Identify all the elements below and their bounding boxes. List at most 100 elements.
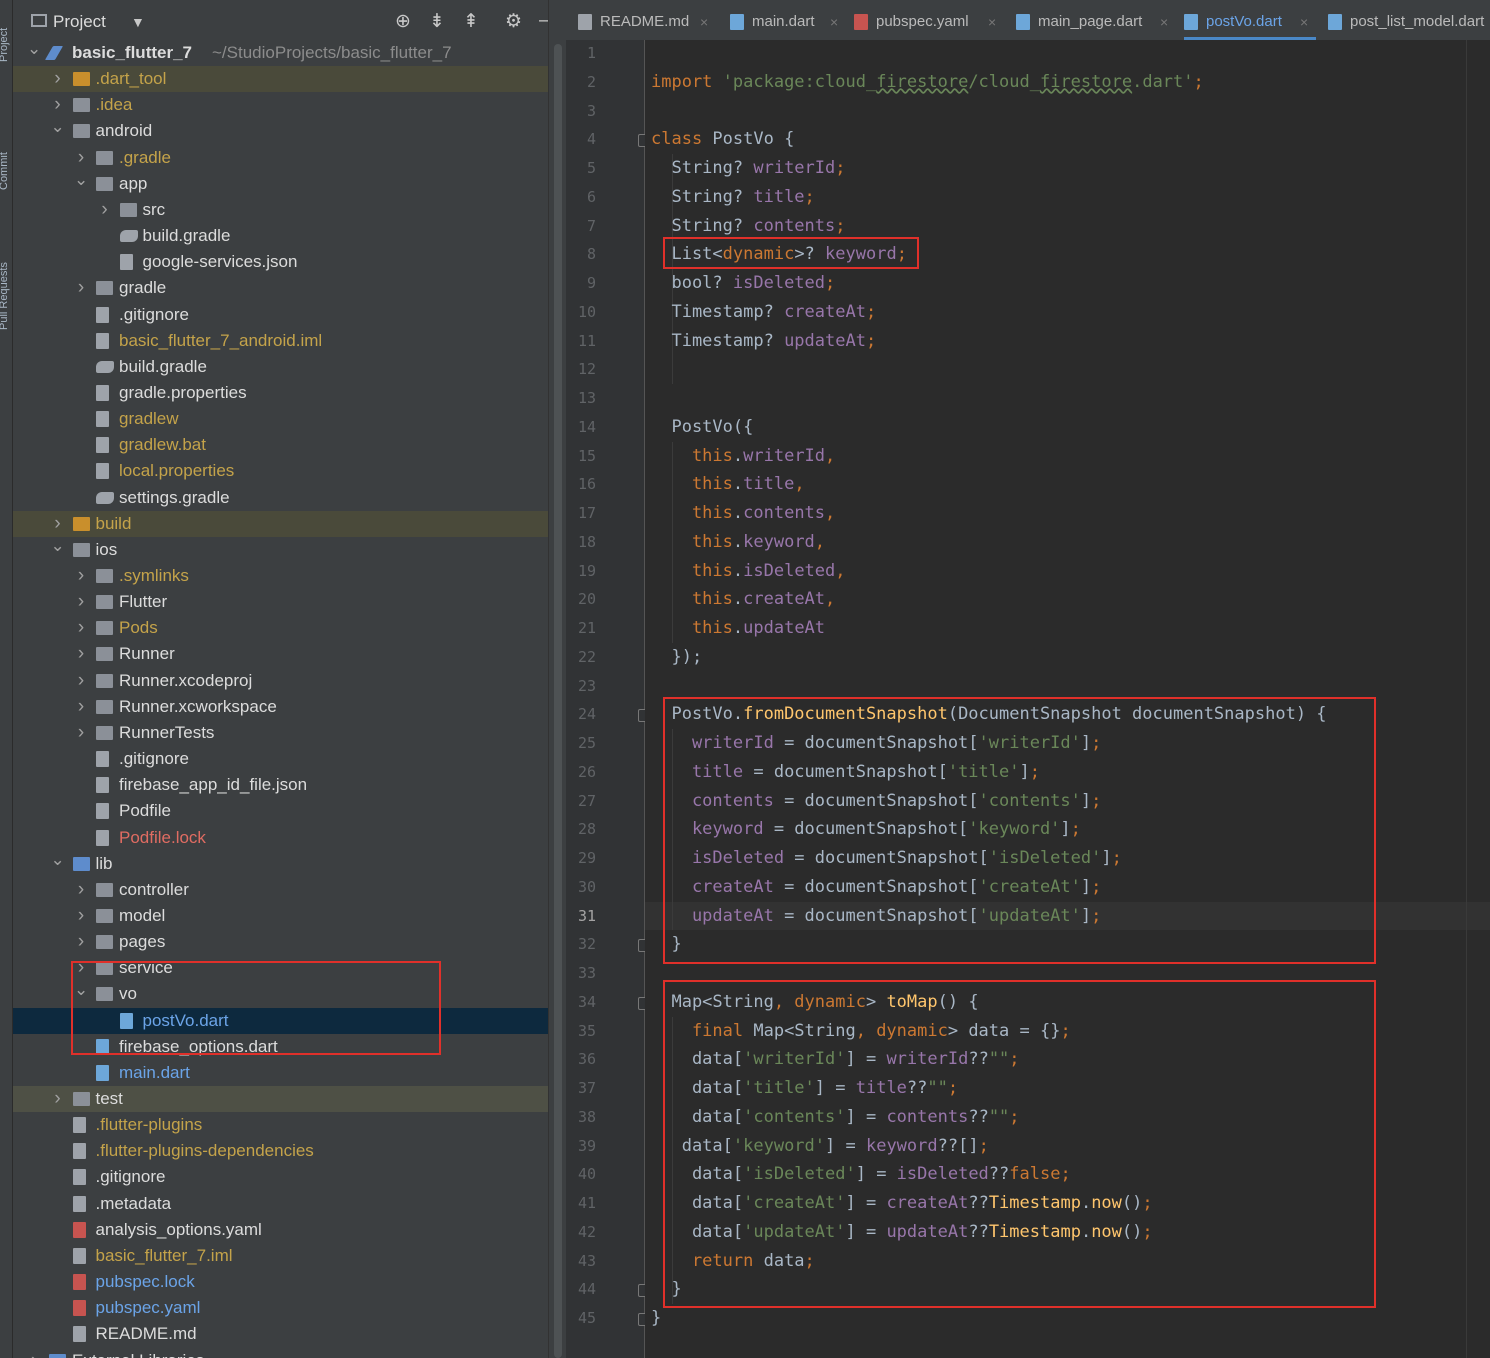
tree-item[interactable]: › Runner.xcodeproj [13, 668, 548, 694]
tree-item[interactable]: README.md [13, 1321, 548, 1347]
tree-item[interactable]: › service [13, 955, 548, 981]
tree-item[interactable]: .flutter-plugins [13, 1112, 548, 1138]
tree-item[interactable]: › .idea [13, 92, 548, 118]
expand-all-icon[interactable]: ⇟ [429, 10, 445, 33]
tree-item[interactable]: › model [13, 903, 548, 929]
editor-tab[interactable]: README.md × [578, 0, 716, 40]
locate-icon[interactable]: ⊕ [395, 10, 411, 33]
close-tab-icon[interactable]: × [988, 0, 996, 40]
editor-tab[interactable]: main.dart × [730, 0, 846, 40]
tree-item[interactable]: pubspec.yaml [13, 1295, 548, 1321]
close-tab-icon[interactable]: × [700, 0, 708, 40]
tree-item[interactable]: › pages [13, 929, 548, 955]
project-view-title[interactable]: Project [53, 12, 106, 32]
tree-item[interactable]: firebase_app_id_file.json [13, 772, 548, 798]
tree-item[interactable]: › External Libraries [13, 1348, 548, 1358]
chevron-right-icon[interactable]: › [74, 589, 88, 615]
chevron-right-icon[interactable]: › [98, 197, 112, 223]
strip-tab-pull-requests[interactable]: Pull Requests [0, 262, 10, 330]
tree-item[interactable]: › RunnerTests [13, 720, 548, 746]
chevron-right-icon[interactable]: › [51, 1086, 65, 1112]
tree-item[interactable]: gradlew [13, 406, 548, 432]
editor-tab[interactable]: post_list_model.dart [1328, 0, 1490, 40]
tree-item[interactable]: › src [13, 197, 548, 223]
tree-item[interactable]: gradle.properties [13, 380, 548, 406]
editor-tab[interactable]: main_page.dart × [1016, 0, 1176, 40]
tree-item[interactable]: › build [13, 510, 548, 537]
chevron-right-icon[interactable]: › [27, 1348, 41, 1358]
close-tab-icon[interactable]: × [830, 0, 838, 40]
tree-item[interactable]: .gitignore [13, 302, 548, 328]
gear-icon[interactable]: ⚙ [505, 10, 522, 33]
code-line: String? title; [651, 183, 814, 212]
tree-item[interactable]: › .gradle [13, 145, 548, 171]
tree-item[interactable]: gradlew.bat [13, 432, 548, 458]
chevron-down-icon[interactable]: ▼ [131, 14, 145, 30]
close-tab-icon[interactable]: × [1160, 0, 1168, 40]
tree-item[interactable]: › Runner [13, 641, 548, 667]
tree-item[interactable]: build.gradle [13, 223, 548, 249]
tree-item[interactable]: › Flutter [13, 589, 548, 615]
code-line: keyword = documentSnapshot['keyword']; [651, 815, 1081, 844]
tree-item[interactable]: ⌄ android [13, 117, 548, 144]
chevron-down-icon[interactable]: ⌄ [27, 36, 41, 62]
chevron-down-icon[interactable]: ⌄ [51, 847, 65, 873]
chevron-right-icon[interactable]: › [74, 929, 88, 955]
tree-item[interactable]: settings.gradle [13, 485, 548, 511]
tree-item[interactable]: .gitignore [13, 746, 548, 772]
tree-item[interactable]: › .dart_tool [13, 66, 548, 93]
tree-item[interactable]: .metadata [13, 1191, 548, 1217]
tree-item[interactable]: .gitignore [13, 1164, 548, 1190]
tree-item[interactable]: ⌄ basic_flutter_7 ~/StudioProjects/basic_f… [13, 39, 548, 66]
tree-scrollbar[interactable] [554, 44, 562, 1358]
chevron-right-icon[interactable]: › [51, 66, 65, 92]
tree-item[interactable]: › test [13, 1086, 548, 1112]
tree-item[interactable]: Podfile.lock [13, 825, 548, 851]
tree-item[interactable]: › controller [13, 877, 548, 903]
chevron-right-icon[interactable]: › [74, 877, 88, 903]
chevron-right-icon[interactable]: › [74, 720, 88, 746]
chevron-right-icon[interactable]: › [74, 615, 88, 641]
chevron-right-icon[interactable]: › [74, 563, 88, 589]
chevron-right-icon[interactable]: › [74, 641, 88, 667]
tree-item[interactable]: build.gradle [13, 354, 548, 380]
chevron-right-icon[interactable]: › [74, 668, 88, 694]
tree-item[interactable]: main.dart [13, 1060, 548, 1086]
tree-item[interactable]: › gradle [13, 275, 548, 301]
tree-item[interactable]: firebase_options.dart [13, 1034, 548, 1060]
tree-item[interactable]: ⌄ app [13, 170, 548, 197]
tree-item[interactable]: local.properties [13, 458, 548, 484]
hide-icon[interactable]: — [539, 10, 548, 32]
tree-item[interactable]: › Runner.xcworkspace [13, 694, 548, 720]
chevron-right-icon[interactable]: › [74, 694, 88, 720]
chevron-right-icon[interactable]: › [74, 275, 88, 301]
chevron-down-icon[interactable]: ⌄ [74, 977, 88, 1003]
tree-item[interactable]: basic_flutter_7_android.iml [13, 328, 548, 354]
close-tab-icon[interactable]: × [1300, 0, 1308, 40]
tree-item[interactable]: Podfile [13, 798, 548, 824]
tree-item[interactable]: pubspec.lock [13, 1269, 548, 1295]
tree-item[interactable]: ⌄ vo [13, 980, 548, 1007]
chevron-down-icon[interactable]: ⌄ [51, 533, 65, 559]
tree-item[interactable]: .flutter-plugins-dependencies [13, 1138, 548, 1164]
editor-tab[interactable]: postVo.dart × [1184, 0, 1316, 40]
tree-item[interactable]: ⌄ lib [13, 850, 548, 877]
chevron-right-icon[interactable]: › [74, 903, 88, 929]
tree-item[interactable]: › .symlinks [13, 563, 548, 589]
chevron-down-icon[interactable]: ⌄ [51, 114, 65, 140]
panel-splitter[interactable] [548, 0, 567, 1358]
tree-item[interactable]: basic_flutter_7.iml [13, 1243, 548, 1269]
editor-tab[interactable]: pubspec.yaml × [854, 0, 1004, 40]
code-line: data['isDeleted'] = isDeleted??false; [651, 1160, 1071, 1189]
strip-tab-project[interactable]: Project [0, 28, 10, 62]
collapse-all-icon[interactable]: ⇞ [463, 10, 479, 33]
tree-item[interactable]: ⌄ ios [13, 536, 548, 563]
tree-item[interactable]: analysis_options.yaml [13, 1217, 548, 1243]
strip-tab-commit[interactable]: Commit [0, 152, 10, 190]
code-editor[interactable]: import 'package:cloud_firestore/cloud_fi… [645, 40, 1490, 1358]
tree-item[interactable]: google-services.json [13, 249, 548, 275]
tree-item[interactable]: › Pods [13, 615, 548, 641]
chevron-down-icon[interactable]: ⌄ [74, 167, 88, 193]
tree-item[interactable]: postVo.dart [13, 1007, 548, 1034]
line-number: 4 [586, 130, 596, 149]
